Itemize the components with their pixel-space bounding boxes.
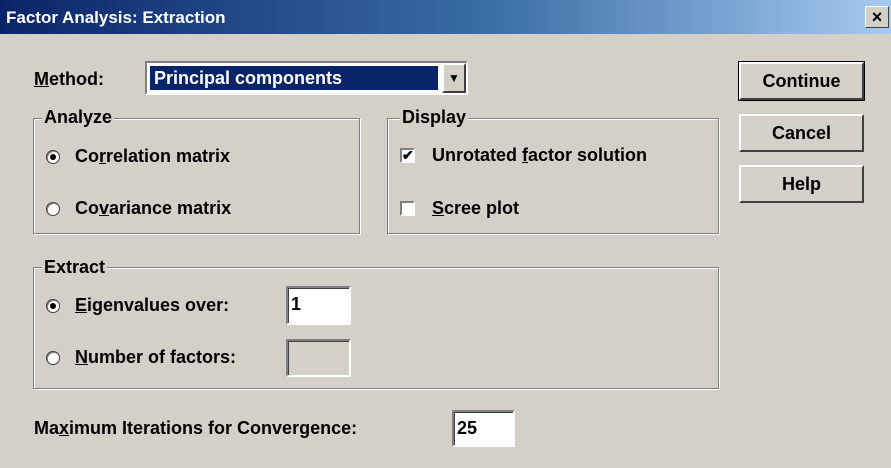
method-selected-value: Principal components [150,66,438,90]
method-dropdown[interactable]: Principal components ▼ [145,61,468,95]
max-iterations-label: Maximum Iterations for Convergence: [34,418,358,438]
scree-plot-label[interactable]: Scree plot [432,198,519,219]
checkmark-icon: ✔ [402,147,414,163]
continue-button[interactable]: Continue [738,61,865,101]
help-button[interactable]: Help [739,165,864,203]
covariance-matrix-radio[interactable] [46,202,60,216]
covariance-matrix-label[interactable]: Covariance matrix [75,198,231,219]
number-of-factors-label[interactable]: Number of factors: [75,347,236,368]
extract-group-title: Extract [42,257,108,278]
extract-group [33,267,719,389]
number-of-factors-input[interactable] [286,339,351,377]
window-title: Factor Analysis: Extraction [6,8,226,27]
eigenvalues-input[interactable]: 1 [286,286,351,325]
correlation-matrix-radio[interactable] [46,150,60,164]
correlation-matrix-label[interactable]: Correlation matrix [75,146,230,167]
number-of-factors-radio[interactable] [46,351,60,365]
chevron-down-icon: ▼ [448,71,460,85]
analyze-group-title: Analyze [42,107,115,128]
dropdown-arrow-button[interactable]: ▼ [442,63,466,93]
scree-plot-checkbox[interactable] [400,201,415,216]
unrotated-solution-checkbox[interactable]: ✔ [400,148,415,163]
eigenvalues-label[interactable]: Eigenvalues over: [75,295,229,316]
max-iterations-input[interactable]: 25 [452,410,515,447]
dialog-window: Factor Analysis: Extraction × Method: Pr… [0,0,891,468]
eigenvalues-radio[interactable] [46,299,60,313]
display-group-title: Display [400,107,469,128]
cancel-button[interactable]: Cancel [739,114,864,152]
close-icon: × [871,7,883,27]
unrotated-solution-label[interactable]: Unrotated factor solution [432,145,647,166]
method-label: Method: [34,69,104,89]
title-bar[interactable]: Factor Analysis: Extraction × [0,0,891,34]
close-button[interactable]: × [865,6,889,28]
